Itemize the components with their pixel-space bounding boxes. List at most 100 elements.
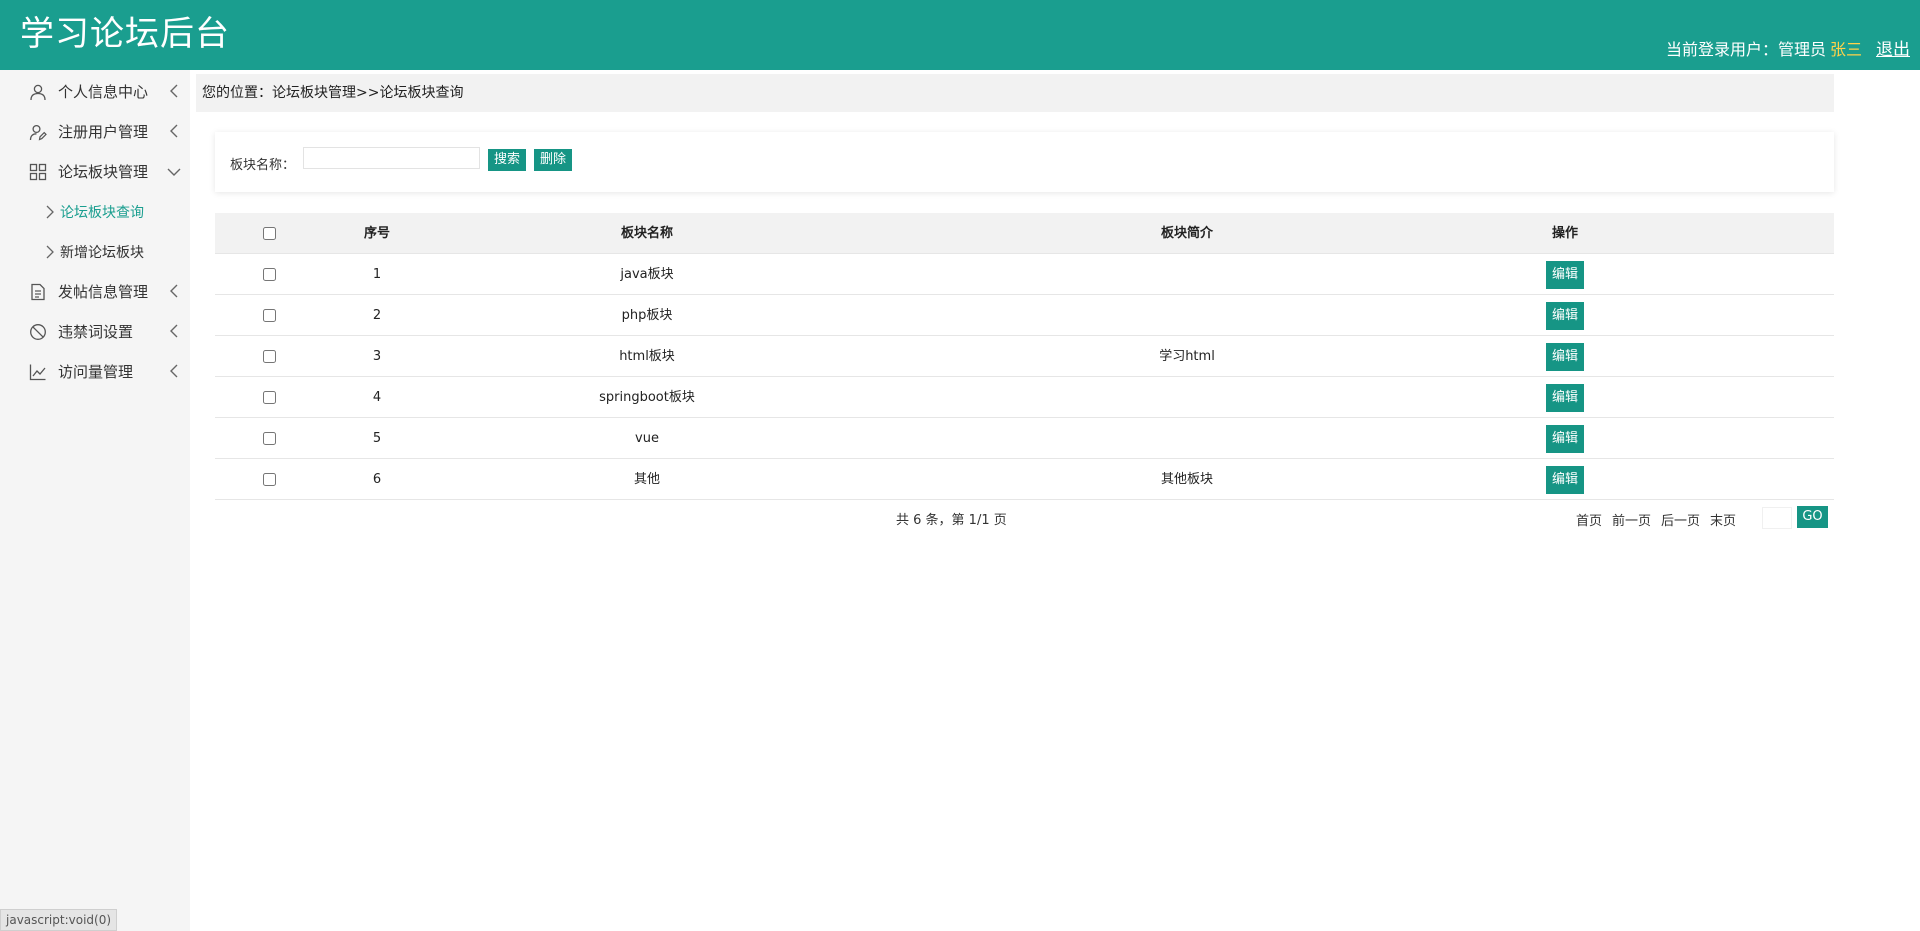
sidebar-item-label: 论坛板块管理 [58,163,149,181]
row-select-cell [215,418,323,459]
sidebar-subitem-label: 论坛板块查询 [60,205,144,221]
breadcrumb-prefix: 您的位置： [202,85,272,101]
breadcrumb: 您的位置：论坛板块管理>>论坛板块查询 [196,74,1834,112]
delete-button[interactable]: 删除 [534,149,572,171]
row-checkbox[interactable] [262,473,276,486]
row-op-cell: 编辑 [1511,295,1619,336]
edit-button[interactable]: 编辑 [1546,424,1584,453]
row-op-cell: 编辑 [1511,254,1619,295]
page-number-input[interactable] [1762,507,1792,529]
edit-button[interactable]: 编辑 [1546,260,1584,289]
row-op-cell: 编辑 [1511,418,1619,459]
row-desc [863,377,1511,418]
select-all-checkbox[interactable] [262,227,276,240]
header-op: 操作 [1551,226,1578,241]
sidebar-item-users[interactable]: 注册用户管理 [0,112,190,150]
edit-button[interactable]: 编辑 [1546,301,1584,330]
sidebar-item-banned-words[interactable]: 违禁词设置 [0,312,190,350]
prev-page-link[interactable]: 前一页 [1612,510,1651,529]
row-select-cell [215,336,323,377]
search-button[interactable]: 搜索 [488,149,526,171]
logout-link[interactable]: 退出 [1876,39,1910,61]
last-page-link[interactable]: 末页 [1710,510,1736,529]
board-name-label: 板块名称： [230,158,296,173]
row-op-cell: 编辑 [1511,459,1619,500]
chevron-left-icon [170,284,178,298]
header-name: 板块名称 [620,226,673,241]
chevron-left-icon [170,364,178,378]
row-select-cell [215,295,323,336]
sidebar-subitem-board-query[interactable]: 论坛板块查询 [0,195,190,229]
grid-icon [29,163,47,181]
row-checkbox[interactable] [262,391,276,404]
sidebar-item-board-management[interactable]: 论坛板块管理 [0,152,190,190]
row-checkbox[interactable] [262,268,276,281]
row-name: vue [635,431,659,446]
row-name: 其他 [633,472,660,487]
row-select-cell [215,254,323,295]
chevron-down-icon [167,168,181,176]
row-desc: 学习html [1159,349,1215,364]
table-header: 序号 板块名称 板块简介 操作 [215,213,1834,254]
sidebar: 个人信息中心 注册用户管理 论坛板块管理 论坛板块查询 新增论坛板块 发帖信息管… [0,70,190,931]
chevron-left-icon [170,324,178,338]
row-name: html板块 [619,349,675,364]
sidebar-item-profile[interactable]: 个人信息中心 [0,72,190,110]
ban-icon [30,324,46,340]
row-no: 2 [372,308,382,323]
row-name: php板块 [621,308,673,323]
go-button[interactable]: GO [1797,506,1828,528]
pagination-links: 首页 前一页 后一页 末页 [1576,510,1736,529]
row-name: springboot板块 [599,390,695,405]
app-title: 学习论坛后台 [20,14,230,54]
top-header: 学习论坛后台 当前登录用户：管理员 张三 退出 [0,0,1920,70]
sidebar-item-label: 注册用户管理 [58,123,149,141]
chevron-left-icon [170,84,178,98]
sidebar-item-label: 个人信息中心 [58,83,149,101]
row-no: 3 [372,349,382,364]
browser-status-bar: javascript:void(0) [0,909,118,931]
search-panel: 板块名称： 搜索 删除 [215,132,1834,192]
header-desc: 板块简介 [1160,226,1213,241]
row-select-cell [215,377,323,418]
select-all-cell [215,213,323,254]
edit-button[interactable]: 编辑 [1546,342,1584,371]
table-row: 1 java板块 编辑 [215,254,1834,295]
user-bar: 当前登录用户：管理员 张三 退出 [1666,39,1910,61]
table-row: 6 其他 其他板块 编辑 [215,459,1834,500]
row-select-cell [215,459,323,500]
breadcrumb-current: 论坛板块查询 [379,85,464,101]
user-icon [30,84,46,101]
first-page-link[interactable]: 首页 [1576,510,1602,529]
next-page-link[interactable]: 后一页 [1661,510,1700,529]
sidebar-item-label: 违禁词设置 [58,323,134,341]
edit-button[interactable]: 编辑 [1546,383,1584,412]
row-checkbox[interactable] [262,432,276,445]
chevron-right-icon [46,245,54,259]
pagination-info: 共 6 条，第 1/1 页 [896,513,1007,528]
breadcrumb-separator: >> [356,85,380,101]
user-edit-icon [29,124,47,141]
current-user-name: 张三 [1829,40,1862,59]
row-op-cell: 编辑 [1511,377,1619,418]
board-name-search-input[interactable] [303,147,480,169]
row-name: java板块 [620,267,674,282]
row-checkbox[interactable] [262,309,276,322]
table-row: 2 php板块 编辑 [215,295,1834,336]
row-desc [863,295,1511,336]
row-op-cell: 编辑 [1511,336,1619,377]
sidebar-subitem-label: 新增论坛板块 [60,245,144,261]
sidebar-item-visits[interactable]: 访问量管理 [0,352,190,390]
row-checkbox[interactable] [262,350,276,363]
row-desc: 其他板块 [1160,472,1213,487]
sidebar-item-label: 发帖信息管理 [58,283,149,301]
table-row: 3 html板块 学习html 编辑 [215,336,1834,377]
row-no: 4 [372,390,382,405]
edit-button[interactable]: 编辑 [1546,465,1584,494]
table-row: 5 vue 编辑 [215,418,1834,459]
sidebar-subitem-board-add[interactable]: 新增论坛板块 [0,235,190,269]
chevron-right-icon [46,205,54,219]
sidebar-item-posts[interactable]: 发帖信息管理 [0,272,190,310]
row-no: 5 [372,431,382,446]
row-no: 1 [372,267,382,282]
